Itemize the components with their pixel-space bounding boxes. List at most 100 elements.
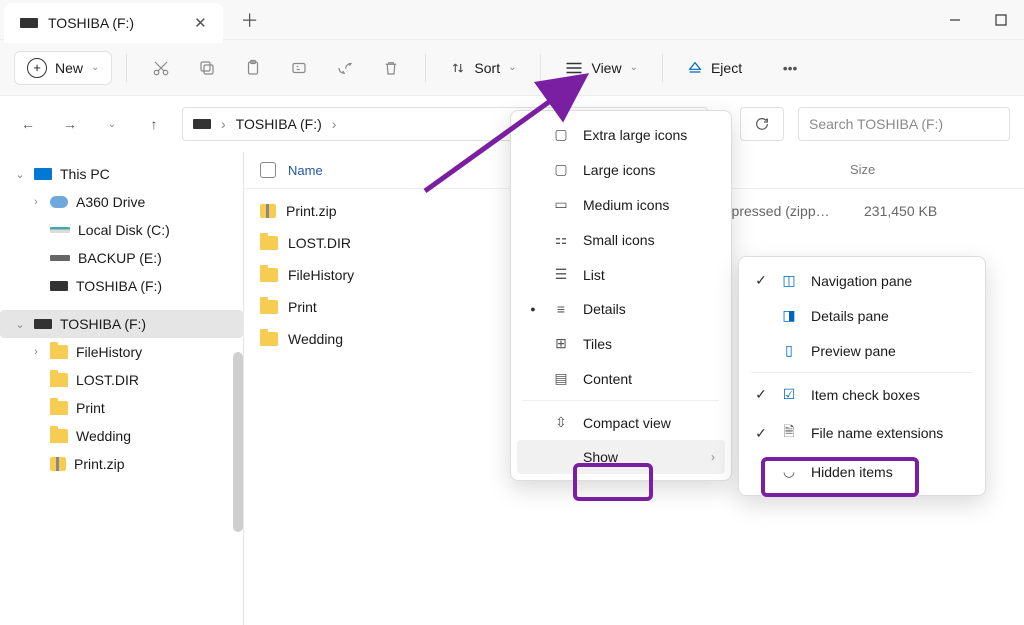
file-name: LOST.DIR [288, 235, 351, 251]
cut-button[interactable] [141, 50, 181, 86]
drive-icon [50, 227, 70, 233]
folder-icon [260, 236, 278, 250]
menu-extra-large[interactable]: ▢Extra large icons [517, 117, 725, 152]
share-button[interactable] [325, 50, 365, 86]
usb-icon [50, 281, 68, 291]
sidebar-label: Print.zip [74, 456, 125, 472]
eject-button[interactable]: Eject [677, 54, 752, 82]
file-name: FileHistory [288, 267, 354, 283]
sidebar-label: FileHistory [76, 344, 142, 360]
refresh-icon [754, 116, 770, 132]
folder-icon [260, 332, 278, 346]
eject-icon [687, 60, 703, 76]
new-tab-button[interactable]: ＋ [241, 7, 259, 33]
menu-tiles[interactable]: ⊞Tiles [517, 326, 725, 361]
sidebar-label: BACKUP (E:) [78, 250, 162, 266]
menu-compact[interactable]: ⇳Compact view [517, 405, 725, 440]
sidebar-label: This PC [60, 166, 110, 182]
list-icon: ☰ [551, 266, 571, 283]
menu-item-checks[interactable]: ✓☑Item check boxes [745, 377, 979, 412]
sidebar-item-backup-e[interactable]: BACKUP (E:) [0, 244, 243, 272]
menu-separator [523, 400, 719, 401]
view-icon [565, 61, 583, 75]
file-name: Wedding [288, 331, 343, 347]
menu-small[interactable]: ⚏Small icons [517, 222, 725, 257]
menu-details-pane[interactable]: ◨Details pane [745, 298, 979, 333]
minimize-button[interactable] [932, 0, 978, 40]
menu-show[interactable]: Show› [517, 440, 725, 474]
sidebar-item-a360[interactable]: ›A360 Drive [0, 188, 243, 216]
delete-button[interactable] [371, 50, 411, 86]
tab-toshiba[interactable]: TOSHIBA (F:) ✕ [4, 3, 223, 43]
maximize-button[interactable] [978, 0, 1024, 40]
sidebar-item-filehistory[interactable]: ›FileHistory [0, 338, 243, 366]
menu-large[interactable]: ▢Large icons [517, 152, 725, 187]
separator [425, 54, 426, 82]
window-controls [932, 0, 1024, 40]
menu-list[interactable]: ☰List [517, 257, 725, 292]
menu-nav-pane[interactable]: ✓◫Navigation pane [745, 263, 979, 298]
file-size: 231,450 KB [864, 203, 964, 219]
tiles-icon: ⊞ [551, 335, 571, 352]
menu-details[interactable]: ●≡Details [517, 292, 725, 326]
tab-title: TOSHIBA (F:) [48, 15, 134, 31]
search-input[interactable]: Search TOSHIBA (F:) [798, 107, 1010, 141]
chevron-down-icon: ⌄ [508, 62, 516, 73]
checkbox-icon: ☑ [779, 386, 799, 403]
back-button[interactable]: ← [14, 110, 42, 138]
eye-icon: ◡ [779, 463, 799, 480]
sort-label: Sort [474, 60, 500, 76]
separator [126, 54, 127, 82]
usb-icon [34, 319, 52, 329]
select-all-checkbox[interactable] [260, 162, 276, 178]
refresh-button[interactable] [740, 107, 784, 141]
rename-button[interactable] [279, 50, 319, 86]
sidebar-item-toshiba-top[interactable]: TOSHIBA (F:) [0, 272, 243, 300]
sidebar-label: Local Disk (C:) [78, 222, 170, 238]
menu-preview-pane[interactable]: ▯Preview pane [745, 333, 979, 368]
chevron-down-icon: ⌄ [630, 62, 638, 73]
folder-icon [50, 401, 68, 415]
menu-file-ext[interactable]: ✓🗎File name extensions [745, 412, 979, 454]
menu-hidden-items[interactable]: ◡Hidden items [745, 454, 979, 489]
toolbar: + New ⌄ Sort ⌄ View ⌄ Eject ••• [0, 40, 1024, 96]
more-button[interactable]: ••• [770, 50, 810, 86]
new-button[interactable]: + New ⌄ [14, 51, 112, 85]
paste-button[interactable] [233, 50, 273, 86]
sidebar-item-this-pc[interactable]: ⌄This PC [0, 160, 243, 188]
sidebar-label: TOSHIBA (F:) [60, 316, 146, 332]
sidebar-item-printzip[interactable]: Print.zip [0, 450, 243, 478]
zip-icon [260, 204, 276, 218]
details-icon: ≡ [551, 301, 571, 317]
menu-content[interactable]: ▤Content [517, 361, 725, 396]
copy-button[interactable] [187, 50, 227, 86]
close-tab-icon[interactable]: ✕ [194, 14, 207, 32]
up-button[interactable]: ↑ [140, 110, 168, 138]
sort-button[interactable]: Sort ⌄ [440, 54, 526, 82]
col-size[interactable]: Size [850, 162, 950, 178]
folder-icon [260, 268, 278, 282]
sidebar-item-print[interactable]: Print [0, 394, 243, 422]
scrollbar[interactable] [233, 352, 243, 532]
drive-icon [193, 119, 211, 129]
view-button[interactable]: View ⌄ [555, 54, 647, 82]
sidebar-item-local-c[interactable]: Local Disk (C:) [0, 216, 243, 244]
address-sep: › [332, 116, 337, 132]
eject-label: Eject [711, 60, 742, 76]
menu-medium[interactable]: ▭Medium icons [517, 187, 725, 222]
address-sep: › [221, 116, 226, 132]
file-icon: 🗎 [779, 421, 799, 445]
recent-dropdown[interactable]: ⌄ [98, 110, 126, 138]
forward-button[interactable]: → [56, 110, 84, 138]
sidebar-item-toshiba[interactable]: ⌄TOSHIBA (F:) [0, 310, 243, 338]
details-pane-icon: ◨ [779, 307, 799, 324]
folder-icon [260, 300, 278, 314]
new-label: New [55, 60, 83, 76]
sidebar-item-wedding[interactable]: Wedding [0, 422, 243, 450]
search-placeholder: Search TOSHIBA (F:) [809, 116, 943, 132]
sidebar-item-lostdir[interactable]: LOST.DIR [0, 366, 243, 394]
titlebar: TOSHIBA (F:) ✕ ＋ [0, 0, 1024, 40]
sidebar-label: Print [76, 400, 105, 416]
separator [540, 54, 541, 82]
usb-icon [20, 18, 38, 28]
